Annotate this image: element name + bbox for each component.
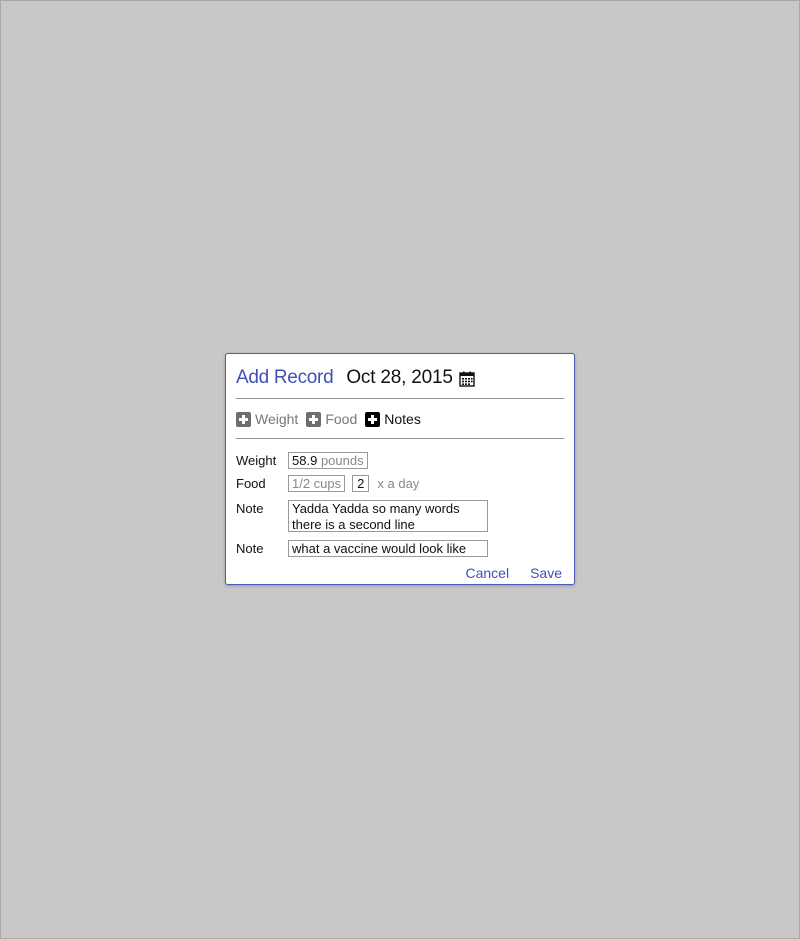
tab-food[interactable]: Food: [306, 411, 357, 427]
weight-row: Weight 58.9 pounds: [236, 452, 368, 469]
tab-notes[interactable]: Notes: [365, 411, 421, 427]
plus-square-icon: [236, 411, 251, 427]
weight-value: 58.9: [292, 453, 318, 468]
tab-notes-label: Notes: [384, 411, 421, 427]
food-row: Food 1/2 cups 2 x a day: [236, 475, 419, 492]
dialog-title: Add Record: [236, 367, 334, 388]
note-label: Note: [236, 501, 264, 516]
food-label: Food: [236, 476, 266, 491]
note-textarea[interactable]: Yadda Yadda so many words there is a sec…: [288, 500, 488, 532]
tabs-divider: [236, 438, 564, 439]
note-row: Note what a vaccine would look like: [236, 540, 488, 557]
header-divider: [236, 398, 564, 399]
plus-square-icon: [306, 411, 322, 427]
record-date[interactable]: Oct 28, 2015: [346, 367, 453, 389]
dialog-header: Add Record Oct 28, 2015: [236, 366, 475, 390]
note-label: Note: [236, 541, 264, 556]
food-frequency-label: x a day: [377, 476, 420, 491]
record-type-tabs: Weight Food Notes: [236, 411, 429, 427]
add-record-dialog: Add Record Oct 28, 2015 Weight Food Note…: [225, 353, 575, 585]
weight-unit: pounds: [320, 453, 364, 468]
weight-label: Weight: [236, 453, 277, 468]
dialog-actions: Cancel Save: [465, 565, 562, 581]
weight-field[interactable]: 58.9 pounds: [288, 452, 368, 469]
note-input[interactable]: what a vaccine would look like: [288, 540, 488, 557]
food-times-field[interactable]: 2: [352, 475, 370, 492]
calendar-icon[interactable]: [459, 371, 475, 387]
plus-square-icon: [365, 411, 381, 427]
cancel-button[interactable]: Cancel: [465, 565, 509, 581]
tab-weight-label: Weight: [255, 411, 299, 427]
food-quantity-field[interactable]: 1/2 cups: [288, 475, 346, 492]
save-button[interactable]: Save: [530, 565, 562, 581]
note-row: Note Yadda Yadda so many words there is …: [236, 500, 488, 532]
tab-food-label: Food: [325, 411, 358, 427]
tab-weight[interactable]: Weight: [236, 411, 298, 427]
